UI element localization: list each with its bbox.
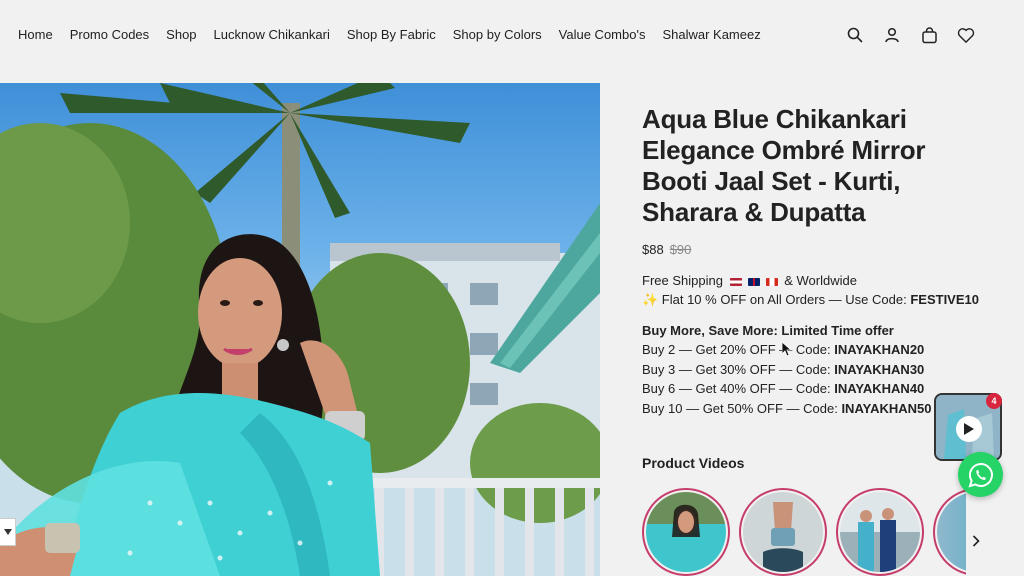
shipping-prefix: Free Shipping	[642, 273, 723, 288]
product-main-image[interactable]	[0, 83, 600, 576]
offer-line: Buy 6 — Get 40% OFF — Code: INAYAKHAN40	[642, 379, 982, 399]
offer-line: Buy 10 — Get 50% OFF — Code: INAYAKHAN50	[642, 399, 982, 419]
chevron-down-icon	[3, 529, 12, 535]
product-videos-carousel	[642, 488, 966, 576]
offer-text: Buy 6 — Get 40% OFF — Code:	[642, 381, 831, 396]
flat-offer-line: ✨ Flat 10 % OFF on All Orders — Use Code…	[642, 290, 982, 309]
video-thumbnail[interactable]	[739, 488, 827, 576]
video-thumbnail[interactable]	[836, 488, 924, 576]
nav-promo-codes[interactable]: Promo Codes	[70, 27, 149, 42]
site-header: Home Promo Codes Shop Lucknow Chikankari…	[0, 0, 1024, 72]
shipping-suffix: & Worldwide	[784, 273, 857, 288]
product-info: Aqua Blue Chikankari Elegance Ombré Mirr…	[642, 104, 982, 418]
offer-code: INAYAKHAN40	[834, 381, 925, 396]
shipping-line: Free Shipping & Worldwide	[642, 271, 982, 290]
nav-value-combos[interactable]: Value Combo's	[559, 27, 646, 42]
offer-text: Buy 10 — Get 50% OFF — Code:	[642, 400, 838, 416]
canada-flag-icon	[765, 277, 778, 286]
uk-flag-icon	[747, 277, 760, 286]
nav-shalwar-kameez[interactable]: Shalwar Kameez	[662, 27, 760, 42]
flat-offer-text: ✨ Flat 10 % OFF on All Orders — Use Code…	[642, 292, 907, 307]
video-thumbnail[interactable]	[933, 488, 966, 576]
offer-code: INAYAKHAN20	[834, 342, 925, 357]
video-thumbnail[interactable]	[642, 488, 730, 576]
whatsapp-icon	[968, 462, 993, 487]
whatsapp-chat-button[interactable]	[958, 452, 1003, 497]
notification-badge: 4	[986, 393, 1002, 409]
product-title: Aqua Blue Chikankari Elegance Ombré Mirr…	[642, 104, 926, 227]
nav-lucknow-chikankari[interactable]: Lucknow Chikankari	[214, 27, 330, 42]
product-videos-heading: Product Videos	[642, 455, 745, 471]
offer-code: INAYAKHAN30	[834, 361, 925, 377]
offer-text: Buy 2 — Get 20% OFF — Code:	[642, 342, 831, 357]
mouse-cursor-icon	[781, 341, 793, 363]
side-panel-toggle[interactable]	[0, 518, 16, 546]
nav-shop-by-fabric[interactable]: Shop By Fabric	[347, 27, 436, 42]
shipping-info: Free Shipping & Worldwide ✨ Flat 10 % OF…	[642, 271, 982, 309]
price-row: $88 $90	[642, 242, 982, 257]
chevron-right-icon	[972, 535, 980, 547]
play-icon[interactable]	[956, 416, 982, 442]
nav-shop-by-colors[interactable]: Shop by Colors	[453, 27, 542, 42]
account-icon[interactable]	[883, 26, 901, 44]
sale-price: $88	[642, 242, 664, 257]
search-icon[interactable]	[846, 26, 864, 44]
offer-heading: Buy More, Save More: Limited Time offer	[642, 323, 894, 338]
compare-price: $90	[669, 242, 692, 257]
flat-offer-code: FESTIVE10	[910, 292, 979, 307]
carousel-next-button[interactable]	[968, 533, 984, 549]
main-nav: Home Promo Codes Shop Lucknow Chikankari…	[18, 27, 778, 42]
nav-shop[interactable]: Shop	[166, 27, 196, 42]
nav-home[interactable]: Home	[18, 27, 53, 42]
us-flag-icon	[729, 277, 742, 286]
wishlist-icon[interactable]	[957, 26, 975, 44]
offer-line: Buy 3 — Get 30% OFF — Code: INAYAKHAN30	[642, 360, 982, 380]
offer-text: Buy 3 — Get 30% OFF — Code:	[642, 361, 831, 377]
header-actions	[846, 26, 975, 44]
offer-code: INAYAKHAN50	[841, 400, 932, 416]
cart-icon[interactable]	[920, 26, 938, 44]
offer-line: Buy 2 — Get 20% OFF — Code: INAYAKHAN20	[642, 340, 982, 360]
